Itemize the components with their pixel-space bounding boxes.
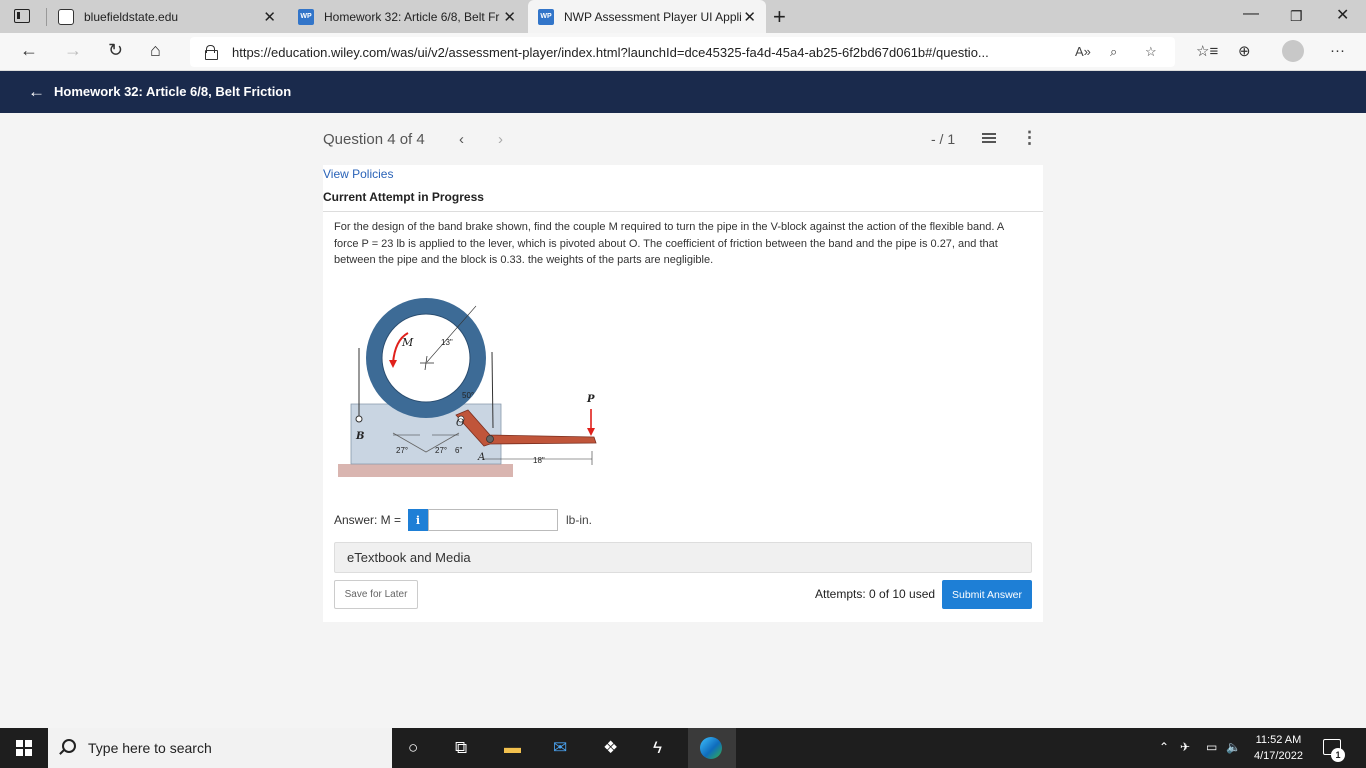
clock-time: 11:52 AM (1255, 734, 1302, 746)
label-a: A (477, 452, 485, 463)
new-tab-icon[interactable]: + (773, 4, 786, 30)
label-27-left: 27° (396, 446, 408, 455)
label-50-degrees: 50° (462, 391, 474, 400)
label-6-in: 6" (455, 446, 462, 455)
attempt-status: Current Attempt in Progress (323, 190, 484, 204)
more-options-icon[interactable]: ⋮ (1021, 128, 1038, 148)
label-27-right: 27° (435, 446, 447, 455)
home-icon[interactable]: ⌂ (150, 40, 161, 61)
tab-title: NWP Assessment Player UI Appli (564, 9, 742, 24)
search-icon (62, 739, 76, 753)
forward-icon[interactable]: → (64, 40, 82, 61)
save-for-later-button[interactable]: Save for Later (334, 580, 418, 609)
lock-icon (205, 45, 218, 60)
close-tab-icon[interactable]: ✕ (503, 8, 516, 26)
label-o: O (456, 418, 464, 429)
etextbook-media-panel[interactable]: eTextbook and Media (334, 542, 1032, 573)
ground (338, 464, 513, 477)
attempts-counter: Attempts: 0 of 10 used (815, 587, 936, 601)
app-header: ← Homework 32: Article 6/8, Belt Frictio… (0, 71, 1366, 113)
question-text: For the design of the band brake shown, … (334, 221, 1004, 266)
tab-separator (46, 8, 47, 26)
windows-taskbar: Type here to search ○ ⧉ ▬ ✉ ❖ ϟ ⌃ ✈ ▭ 🔈 … (0, 728, 1366, 768)
wp-favicon: WP (538, 8, 554, 25)
lock-favicon-icon (58, 8, 74, 25)
pin-b (355, 415, 363, 423)
task-view-icon[interactable]: ⧉ (455, 738, 467, 758)
divider (323, 211, 1043, 212)
refresh-icon[interactable]: ↻ (108, 40, 123, 61)
edge-browser-icon[interactable] (700, 737, 722, 759)
question-card: View Policies Current Attempt in Progres… (323, 165, 1043, 622)
clock-date: 4/17/2022 (1254, 750, 1303, 762)
network-icon[interactable]: ✈ (1180, 740, 1190, 754)
close-tab-icon[interactable]: ✕ (263, 8, 276, 26)
label-radius: 13" (441, 338, 453, 347)
zoom-icon[interactable]: ⌕ (1110, 44, 1117, 60)
more-menu-icon[interactable]: ··· (1330, 42, 1345, 59)
label-p: P (586, 394, 595, 405)
tab-bluefieldstate[interactable]: bluefieldstate.edu ✕ (50, 0, 286, 33)
profile-avatar[interactable] (1282, 40, 1304, 62)
tab-title: bluefieldstate.edu (84, 9, 179, 24)
tab-actions-icon[interactable] (14, 9, 30, 23)
file-explorer-icon[interactable]: ▬ (504, 738, 521, 758)
view-policies-link[interactable]: View Policies (323, 167, 393, 181)
tab-homework[interactable]: WP Homework 32: Article 6/8, Belt Fr ✕ (290, 0, 526, 33)
battery-icon[interactable]: ▭ (1206, 740, 1217, 754)
pipe-bore (381, 313, 471, 403)
previous-question-icon[interactable]: ‹ (459, 131, 464, 148)
browser-tab-strip: bluefieldstate.edu ✕ WP Homework 32: Art… (0, 0, 1366, 33)
mail-icon[interactable]: ✉ (553, 738, 567, 758)
show-hidden-icons-icon[interactable]: ⌃ (1159, 740, 1169, 754)
next-question-icon[interactable]: › (498, 131, 503, 148)
back-arrow-icon[interactable]: ← (28, 82, 45, 102)
favorite-add-icon[interactable]: ☆ (1145, 44, 1157, 60)
system-clock[interactable]: 11:52 AM 4/17/2022 (1254, 732, 1303, 764)
label-18-in: 18" (533, 456, 545, 465)
close-tab-icon[interactable]: ✕ (743, 8, 756, 26)
volume-icon[interactable]: 🔈 (1226, 740, 1241, 754)
browser-toolbar: ← → ↻ ⌂ https://education.wiley.com/was/… (0, 33, 1366, 71)
band-pin (486, 435, 494, 443)
minimize-icon[interactable]: — (1243, 5, 1259, 23)
read-aloud-icon[interactable]: A͏» (1075, 44, 1091, 59)
info-button[interactable]: i (408, 509, 428, 531)
app-bolt-icon[interactable]: ϟ (653, 738, 662, 758)
collections-icon[interactable]: ⊕ (1238, 42, 1251, 60)
favorites-icon[interactable]: ☆≡ (1196, 42, 1218, 60)
label-b: B (355, 431, 364, 442)
restore-icon[interactable]: ❐ (1290, 8, 1303, 25)
force-p-arrowhead (587, 428, 595, 436)
question-counter: Question 4 of 4 (323, 131, 425, 148)
answer-label: Answer: M = (334, 513, 402, 527)
cortana-icon[interactable]: ○ (408, 738, 418, 758)
band-brake-figure: M 13" 50° P O B A 27° 27° 6" 18" (338, 298, 597, 477)
answer-input[interactable] (428, 509, 558, 531)
answer-unit: lb-in. (566, 513, 593, 527)
notification-badge: 1 (1331, 748, 1345, 762)
dropbox-icon[interactable]: ❖ (603, 738, 618, 758)
label-m: M (401, 336, 414, 349)
question-list-icon[interactable] (982, 133, 996, 145)
submit-answer-button[interactable]: Submit Answer (942, 580, 1032, 609)
tab-title: Homework 32: Article 6/8, Belt Fr (324, 9, 500, 24)
back-icon[interactable]: ← (20, 40, 38, 61)
question-navigation: Question 4 of 4 ‹ › - / 1 ⋮ (0, 113, 1366, 165)
windows-start-icon[interactable] (16, 740, 32, 756)
search-placeholder: Type here to search (88, 740, 212, 756)
question-score: - / 1 (931, 131, 956, 147)
taskbar-search-box[interactable]: Type here to search (48, 728, 392, 768)
address-bar[interactable]: https://education.wiley.com/was/ui/v2/as… (190, 37, 1175, 67)
assignment-title[interactable]: Homework 32: Article 6/8, Belt Friction (54, 84, 291, 99)
url-text[interactable]: https://education.wiley.com/was/ui/v2/as… (232, 45, 989, 60)
tab-nwp-assessment[interactable]: WP NWP Assessment Player UI Appli ✕ (528, 0, 766, 33)
close-window-icon[interactable]: ✕ (1336, 5, 1349, 25)
wp-favicon: WP (298, 8, 314, 25)
